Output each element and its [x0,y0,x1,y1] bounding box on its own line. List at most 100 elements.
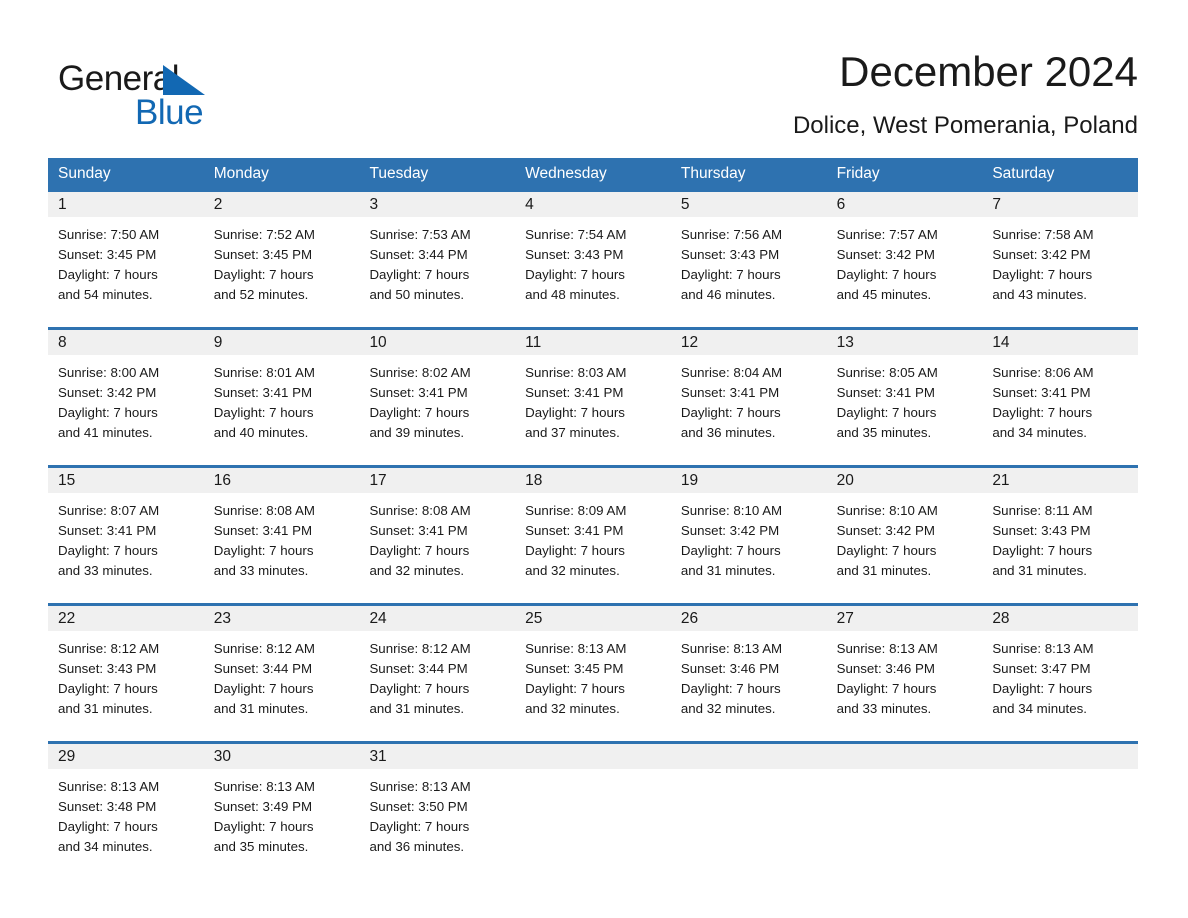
sunrise-text: Sunrise: 8:12 AM [369,641,471,656]
day-cell[interactable]: Sunrise: 8:04 AM Sunset: 3:41 PM Dayligh… [671,355,827,465]
day-cell[interactable]: Sunrise: 7:58 AM Sunset: 3:42 PM Dayligh… [982,217,1138,327]
day-number[interactable]: 13 [827,330,983,355]
day-number[interactable]: 12 [671,330,827,355]
daylight-text-line1: Daylight: 7 hours [369,267,470,282]
day-number[interactable]: 24 [359,606,515,631]
day-cell[interactable]: Sunrise: 8:02 AM Sunset: 3:41 PM Dayligh… [359,355,515,465]
day-number[interactable]: 10 [359,330,515,355]
sunrise-text: Sunrise: 7:58 AM [992,227,1094,242]
day-cell[interactable]: Sunrise: 8:13 AM Sunset: 3:47 PM Dayligh… [982,631,1138,741]
daylight-text-line1: Daylight: 7 hours [58,681,158,696]
daylight-text-line1: Daylight: 7 hours [525,405,625,420]
sunset-text: Sunset: 3:41 PM [213,523,313,538]
generalblue-logo[interactable]: General Blue [58,50,358,140]
day-cell[interactable]: Sunrise: 8:05 AM Sunset: 3:41 PM Dayligh… [827,355,983,465]
day-detail-band: Sunrise: 8:07 AM Sunset: 3:41 PM Dayligh… [48,493,1138,603]
daylight-text-line1: Daylight: 7 hours [58,543,158,558]
day-cell[interactable]: Sunrise: 8:12 AM Sunset: 3:44 PM Dayligh… [204,631,360,741]
day-number[interactable]: 4 [515,192,671,217]
day-cell[interactable]: Sunrise: 8:13 AM Sunset: 3:46 PM Dayligh… [671,631,827,741]
day-cell[interactable]: Sunrise: 7:56 AM Sunset: 3:43 PM Dayligh… [671,217,827,327]
day-cell[interactable]: Sunrise: 8:01 AM Sunset: 3:41 PM Dayligh… [204,355,360,465]
day-number[interactable]: 7 [982,192,1138,217]
day-cell-empty [827,769,983,879]
day-number[interactable]: 30 [204,744,360,769]
day-cell[interactable]: Sunrise: 8:13 AM Sunset: 3:45 PM Dayligh… [515,631,671,741]
day-cell-empty [515,769,671,879]
sunset-text: Sunset: 3:43 PM [992,523,1091,538]
daylight-text-line2: and 35 minutes. [213,839,309,854]
day-number[interactable]: 27 [827,606,983,631]
sunrise-text: Sunrise: 7:53 AM [369,227,471,242]
day-cell[interactable]: Sunrise: 8:00 AM Sunset: 3:42 PM Dayligh… [48,355,204,465]
day-number[interactable]: 19 [671,468,827,493]
day-cell[interactable]: Sunrise: 8:11 AM Sunset: 3:43 PM Dayligh… [982,493,1138,603]
day-number[interactable]: 26 [671,606,827,631]
day-number[interactable]: 3 [359,192,515,217]
daylight-text-line1: Daylight: 7 hours [680,405,781,420]
sunset-text: Sunset: 3:43 PM [58,661,157,676]
day-number-empty [515,744,671,769]
day-cell[interactable]: Sunrise: 8:12 AM Sunset: 3:44 PM Dayligh… [359,631,515,741]
day-cell[interactable]: Sunrise: 8:10 AM Sunset: 3:42 PM Dayligh… [671,493,827,603]
daylight-text-line1: Daylight: 7 hours [213,267,314,282]
day-cell[interactable]: Sunrise: 7:53 AM Sunset: 3:44 PM Dayligh… [359,217,515,327]
day-cell-empty [982,769,1138,879]
sunrise-text: Sunrise: 8:13 AM [836,641,938,656]
day-cell[interactable]: Sunrise: 8:09 AM Sunset: 3:41 PM Dayligh… [515,493,671,603]
day-number[interactable]: 25 [515,606,671,631]
day-number[interactable]: 31 [359,744,515,769]
day-cell[interactable]: Sunrise: 7:52 AM Sunset: 3:45 PM Dayligh… [204,217,360,327]
day-number[interactable]: 28 [982,606,1138,631]
day-number[interactable]: 6 [827,192,983,217]
day-number[interactable]: 22 [48,606,204,631]
sunset-text: Sunset: 3:45 PM [58,247,157,262]
day-number[interactable]: 11 [515,330,671,355]
logo-triangle-icon [163,65,205,95]
day-number[interactable]: 29 [48,744,204,769]
daylight-text-line2: and 33 minutes. [58,563,153,578]
sunset-text: Sunset: 3:49 PM [213,799,313,814]
day-cell[interactable]: Sunrise: 8:10 AM Sunset: 3:42 PM Dayligh… [827,493,983,603]
day-number[interactable]: 20 [827,468,983,493]
day-number-empty [671,744,827,769]
day-number[interactable]: 21 [982,468,1138,493]
sunset-text: Sunset: 3:45 PM [213,247,313,262]
sunrise-text: Sunrise: 8:12 AM [213,641,315,656]
day-cell[interactable]: Sunrise: 8:13 AM Sunset: 3:49 PM Dayligh… [204,769,360,879]
day-number[interactable]: 8 [48,330,204,355]
sunrise-text: Sunrise: 8:01 AM [213,365,315,380]
day-cell[interactable]: Sunrise: 8:08 AM Sunset: 3:41 PM Dayligh… [359,493,515,603]
weekday-header-row: Sunday Monday Tuesday Wednesday Thursday… [48,158,1138,189]
day-cell[interactable]: Sunrise: 7:57 AM Sunset: 3:42 PM Dayligh… [827,217,983,327]
day-cell[interactable]: Sunrise: 8:08 AM Sunset: 3:41 PM Dayligh… [204,493,360,603]
sunrise-text: Sunrise: 8:13 AM [213,779,315,794]
day-number[interactable]: 15 [48,468,204,493]
day-number[interactable]: 17 [359,468,515,493]
sunset-text: Sunset: 3:42 PM [992,247,1091,262]
day-cell[interactable]: Sunrise: 7:54 AM Sunset: 3:43 PM Dayligh… [515,217,671,327]
daylight-text-line2: and 34 minutes. [992,701,1087,716]
day-number[interactable]: 5 [671,192,827,217]
day-cell[interactable]: Sunrise: 8:03 AM Sunset: 3:41 PM Dayligh… [515,355,671,465]
sunrise-text: Sunrise: 7:57 AM [836,227,938,242]
day-number[interactable]: 23 [204,606,360,631]
day-number[interactable]: 16 [204,468,360,493]
day-cell[interactable]: Sunrise: 7:50 AM Sunset: 3:45 PM Dayligh… [48,217,204,327]
daylight-text-line1: Daylight: 7 hours [836,405,937,420]
day-cell[interactable]: Sunrise: 8:13 AM Sunset: 3:46 PM Dayligh… [827,631,983,741]
daylight-text-line1: Daylight: 7 hours [836,543,937,558]
day-cell[interactable]: Sunrise: 8:12 AM Sunset: 3:43 PM Dayligh… [48,631,204,741]
day-number[interactable]: 14 [982,330,1138,355]
day-cell[interactable]: Sunrise: 8:06 AM Sunset: 3:41 PM Dayligh… [982,355,1138,465]
day-cell[interactable]: Sunrise: 8:13 AM Sunset: 3:50 PM Dayligh… [359,769,515,879]
day-cell[interactable]: Sunrise: 8:07 AM Sunset: 3:41 PM Dayligh… [48,493,204,603]
day-number[interactable]: 18 [515,468,671,493]
daylight-text-line2: and 52 minutes. [213,287,309,302]
day-number[interactable]: 1 [48,192,204,217]
daylight-text-line2: and 54 minutes. [58,287,153,302]
day-cell[interactable]: Sunrise: 8:13 AM Sunset: 3:48 PM Dayligh… [48,769,204,879]
sunrise-text: Sunrise: 8:05 AM [836,365,938,380]
day-number[interactable]: 2 [204,192,360,217]
day-number[interactable]: 9 [204,330,360,355]
